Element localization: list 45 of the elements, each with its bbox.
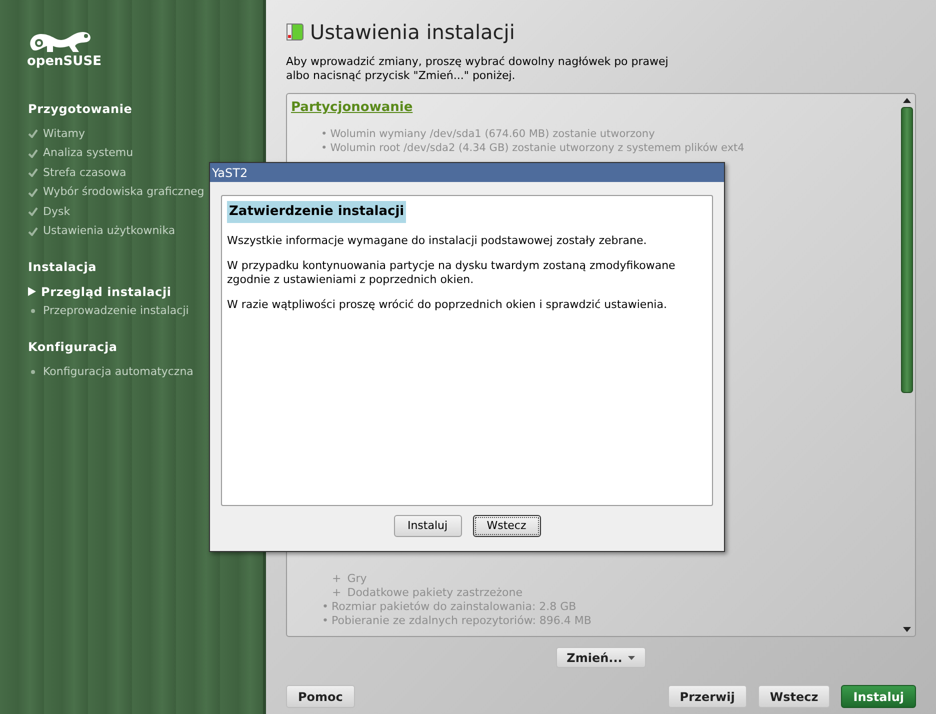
section-heading: Instalacja — [28, 259, 97, 276]
nav-button[interactable]: Wstecz — [758, 685, 830, 708]
step-label: Analiza systemu — [43, 145, 134, 161]
nav-button[interactable]: Instaluj — [841, 685, 916, 708]
caret-icon — [628, 656, 636, 660]
step-label: Wybór środowiska graficzneg — [43, 184, 204, 200]
bullet-marker: • — [322, 600, 328, 614]
step-label: Konfiguracja automatyczna — [43, 364, 194, 380]
dialog-paragraph: W razie wątpliwości proszę wrócić do poprzednich okien i sprawdzić ustawienia. — [227, 298, 668, 312]
dialog-button[interactable]: Wstecz — [472, 515, 540, 537]
bullet-marker: • — [321, 126, 328, 140]
summary-item: Rozmiar pakietów do zainstalowania: 2.8 GB — [332, 600, 576, 614]
step-label: Przegląd instalacji — [41, 284, 172, 301]
logo-text: openSUSE — [27, 55, 102, 68]
dialog-title: YaST2 — [212, 164, 248, 182]
package-icon — [286, 23, 304, 41]
bullet-marker: • — [322, 614, 328, 628]
plus-marker: + — [332, 586, 342, 600]
scroll-up-icon[interactable] — [903, 98, 911, 103]
step-label: Ustawienia użytkownika — [43, 223, 176, 239]
summary-item: Wolumin wymiany /dev/sda1 (674.60 MB) zostanie utworzony — [330, 126, 655, 140]
scroll-down-icon[interactable] — [903, 627, 911, 632]
bullet-marker: • — [321, 140, 328, 154]
intro-text: Aby wprowadzić zmiany, proszę wybrać dowolny nagłówek po prawej — [286, 55, 670, 69]
dialog-button[interactable]: Instaluj — [394, 515, 462, 537]
dialog-paragraph: Wszystkie informacje wymagane do instalacji podstawowej zostały zebrane. — [227, 234, 648, 248]
section-heading: Konfiguracja — [28, 339, 118, 356]
dialog-heading: Zatwierdzenie instalacji — [227, 201, 406, 222]
step-label: Witamy — [43, 126, 85, 142]
dialog-paragraph: W przypadku kontynuowania partycje na dysku twardym zostaną zmodyfikowane zgodnie z ustawieniami z poprzednich okien. — [227, 258, 676, 286]
intro-text: albo nacisnąć przycisk "Zmień..." poniżej. — [286, 69, 516, 83]
section-heading: Przygotowanie — [28, 101, 132, 118]
summary-item: Dodatkowe pakiety zastrzeżone — [347, 586, 523, 600]
step-label: Strefa czasowa — [43, 164, 126, 180]
summary-item: Pobieranie ze zdalnych repozytoriów: 896.4 MB — [332, 614, 592, 628]
change-button[interactable]: Zmień... — [556, 647, 646, 668]
step-label: Dysk — [43, 204, 70, 220]
page-title: Ustawienia instalacji — [310, 19, 515, 46]
step-label: Przeprowadzenie instalacji — [43, 303, 189, 319]
plus-marker: + — [332, 572, 342, 586]
nav-button[interactable]: Pomoc — [286, 685, 355, 708]
scroll-thumb[interactable] — [901, 107, 913, 393]
nav-button[interactable]: Przerwij — [668, 685, 747, 708]
summary-item: Wolumin root /dev/sda2 (4.34 GB) zostanie utworzony z systemem plików ext4 — [330, 140, 744, 154]
summary-item: Gry — [347, 572, 367, 586]
